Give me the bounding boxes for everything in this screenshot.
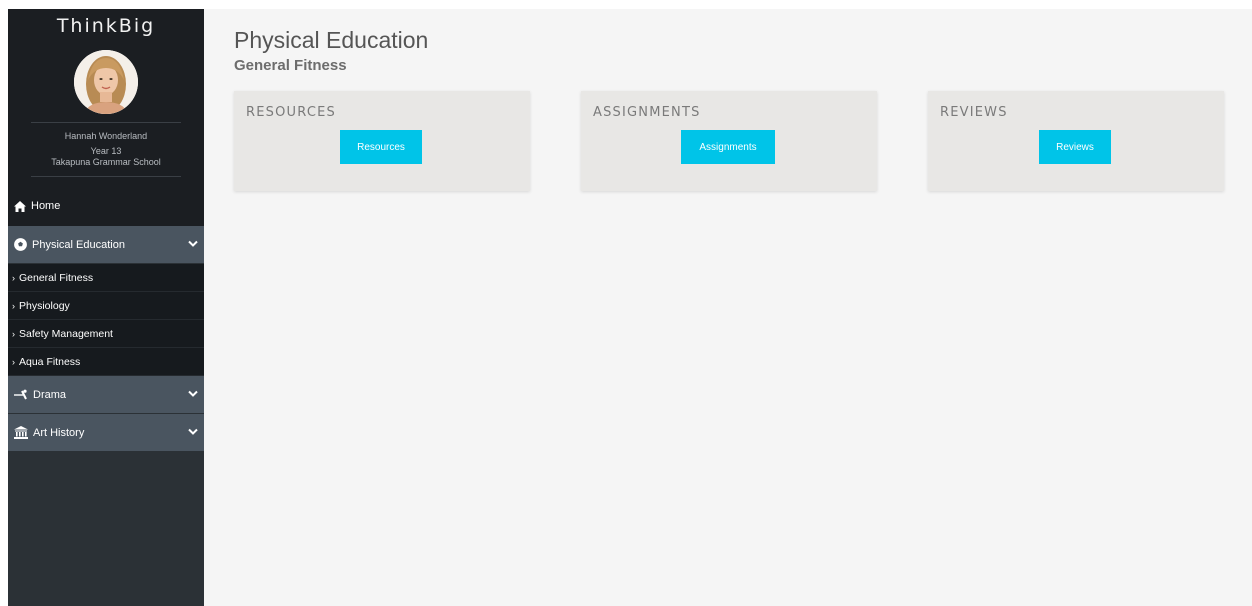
chevron-down-icon[interactable] (188, 427, 198, 439)
profile-panel: Hannah Wonderland Year 13 Takapuna Gramm… (8, 46, 204, 186)
profile-year: Year 13 (90, 146, 122, 156)
page-title: Physical Education (234, 27, 429, 53)
sidebar-item-label: General Fitness (19, 271, 94, 284)
fencing-icon (14, 389, 28, 401)
page-subtitle: General Fitness (234, 57, 347, 74)
main-content: Physical Education General Fitness RESOU… (204, 9, 1252, 606)
sidebar-group-physical-education[interactable]: Physical Education (8, 226, 204, 264)
chevron-right-icon: › (12, 356, 15, 367)
resources-card: RESOURCES Resources (234, 91, 530, 191)
profile-divider-bottom (31, 176, 181, 177)
card-row: RESOURCES Resources ASSIGNMENTS Assignme… (234, 91, 1224, 191)
avatar-photo (74, 50, 138, 114)
home-icon (14, 200, 26, 212)
sidebar-item-label: Aqua Fitness (19, 355, 81, 368)
sidebar-group-label: Art History (33, 426, 85, 439)
sidebar-group-art-history[interactable]: Art History (8, 414, 204, 452)
assignments-button[interactable]: Assignments (681, 130, 775, 164)
soccer-ball-icon (14, 238, 27, 251)
resources-button[interactable]: Resources (340, 130, 422, 164)
chevron-right-icon: › (12, 328, 15, 339)
sidebar-item-physiology[interactable]: › Physiology (8, 292, 204, 320)
profile-divider (31, 122, 181, 123)
sidebar-group-label: Physical Education (32, 238, 125, 251)
app-window: ThinkBig Hannah Wonderland Year 13 Takap… (8, 9, 1252, 606)
profile-school: Takapuna Grammar School (51, 157, 161, 167)
museum-icon (14, 426, 28, 439)
chevron-down-icon[interactable] (188, 239, 198, 251)
sidebar-item-home[interactable]: Home (8, 186, 204, 226)
sidebar-item-label: Home (31, 200, 61, 212)
sidebar-item-aqua-fitness[interactable]: › Aqua Fitness (8, 348, 204, 376)
sidebar-item-general-fitness[interactable]: › General Fitness (8, 264, 204, 292)
sidebar: ThinkBig Hannah Wonderland Year 13 Takap… (8, 9, 204, 606)
sidebar-item-safety-management[interactable]: › Safety Management (8, 320, 204, 348)
card-title: ASSIGNMENTS (593, 105, 701, 120)
sidebar-group-label: Drama (33, 388, 67, 401)
sidebar-group-drama[interactable]: Drama (8, 376, 204, 414)
chevron-right-icon: › (12, 272, 15, 283)
chevron-down-icon[interactable] (188, 389, 198, 401)
chevron-right-icon: › (12, 300, 15, 311)
card-title: RESOURCES (246, 105, 336, 120)
assignments-card: ASSIGNMENTS Assignments (581, 91, 877, 191)
reviews-card: REVIEWS Reviews (928, 91, 1224, 191)
card-title: REVIEWS (940, 105, 1008, 120)
avatar[interactable] (74, 50, 138, 114)
sidebar-item-label: Physiology (19, 299, 70, 312)
reviews-button[interactable]: Reviews (1039, 130, 1111, 164)
profile-name: Hannah Wonderland (64, 131, 148, 141)
brand-logo[interactable]: ThinkBig (8, 9, 204, 46)
sidebar-item-label: Safety Management (19, 327, 113, 340)
